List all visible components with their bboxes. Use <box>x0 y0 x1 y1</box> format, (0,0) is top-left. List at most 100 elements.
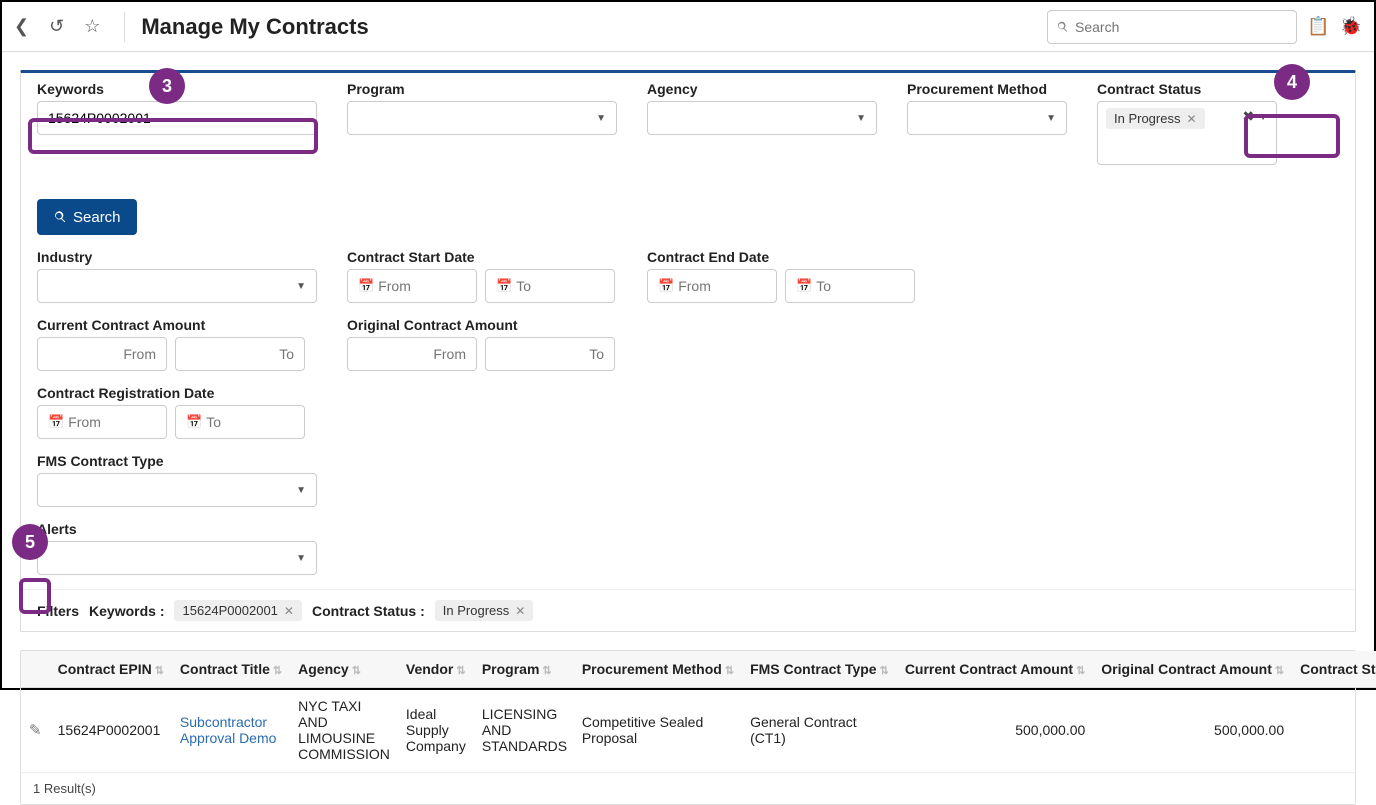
fms-type-select[interactable]: ▼ <box>37 473 317 507</box>
alerts-select[interactable]: ▼ <box>37 541 317 575</box>
cell-title: Subcontractor Approval Demo <box>172 688 290 773</box>
sort-icon: ⇅ <box>352 665 361 677</box>
nav-icons: ❮ ↺ ☆ <box>14 16 100 37</box>
results-table: Contract EPIN⇅ Contract Title⇅ Agency⇅ V… <box>21 651 1376 772</box>
annotation-badge-4: 4 <box>1274 64 1310 100</box>
current-amount-to[interactable] <box>175 337 305 371</box>
alerts-label: Alerts <box>37 521 317 537</box>
contract-end-date-label: Contract End Date <box>647 249 917 265</box>
col-vendor[interactable]: Vendor⇅ <box>398 651 474 688</box>
cell-orig-amt: 500,000.00 <box>1093 688 1292 773</box>
cell-vendor: Ideal Supply Company <box>398 688 474 773</box>
contract-start-from[interactable]: 📅 <box>347 269 477 303</box>
chevron-down-icon: ▼ <box>296 485 306 496</box>
col-epin[interactable]: Contract EPIN⇅ <box>50 651 172 688</box>
col-start[interactable]: Contract Start Date⇅ <box>1292 651 1376 688</box>
reg-date-from[interactable]: 📅 <box>37 405 167 439</box>
search-button-label: Search <box>73 209 121 226</box>
contract-end-from[interactable]: 📅 <box>647 269 777 303</box>
history-icon[interactable]: ↺ <box>49 16 64 37</box>
keywords-input[interactable] <box>48 110 306 126</box>
status-chip: In Progress ✕ <box>1106 108 1205 129</box>
contract-status-label: Contract Status <box>1097 81 1287 97</box>
col-title[interactable]: Contract Title⇅ <box>172 651 290 688</box>
cell-program: LICENSING AND STANDARDS <box>474 688 574 773</box>
col-curr-amt[interactable]: Current Contract Amount⇅ <box>897 651 1093 688</box>
col-agency[interactable]: Agency⇅ <box>290 651 398 688</box>
star-icon[interactable]: ☆ <box>84 16 100 37</box>
sort-icon: ⇅ <box>725 665 734 677</box>
calendar-icon: 📅 <box>48 414 64 430</box>
procurement-method-label: Procurement Method <box>907 81 1067 97</box>
close-icon[interactable]: ✕ <box>1186 112 1196 126</box>
divider <box>124 12 125 42</box>
sort-icon: ⇅ <box>880 665 889 677</box>
original-amount-from[interactable] <box>347 337 477 371</box>
bug-icon[interactable]: 🐞 <box>1340 16 1362 37</box>
result-count: 1 Result(s) <box>21 772 1355 804</box>
page-title: Manage My Contracts <box>141 14 368 40</box>
agency-select[interactable]: ▼ <box>647 101 877 135</box>
global-search-input[interactable] <box>1075 19 1288 35</box>
cell-start: 6/1/2024 <box>1292 688 1376 773</box>
top-bar: ❮ ↺ ☆ Manage My Contracts 📋 🐞 <box>2 2 1374 52</box>
contract-start-date-label: Contract Start Date <box>347 249 617 265</box>
sort-icon: ⇅ <box>456 665 465 677</box>
applied-keywords-label: Keywords : <box>89 603 164 619</box>
calendar-icon: 📅 <box>496 278 512 294</box>
close-icon[interactable]: ✕ <box>284 604 294 618</box>
close-icon[interactable]: ✕ <box>515 604 525 618</box>
program-label: Program <box>347 81 617 97</box>
global-search-wrap[interactable] <box>1047 10 1297 44</box>
original-amount-to[interactable] <box>485 337 615 371</box>
reg-date-to[interactable]: 📅 <box>175 405 305 439</box>
contract-status-select[interactable]: In Progress ✕ ✖ ▼ <box>1097 101 1277 165</box>
current-amount-label: Current Contract Amount <box>37 317 317 333</box>
calendar-icon: 📅 <box>358 278 374 294</box>
col-proc[interactable]: Procurement Method⇅ <box>574 651 742 688</box>
original-amount-label: Original Contract Amount <box>347 317 627 333</box>
pencil-icon[interactable]: ✎ <box>29 722 42 739</box>
col-program[interactable]: Program⇅ <box>474 651 574 688</box>
search-icon <box>1056 20 1069 34</box>
cell-proc: Competitive Sealed Proposal <box>574 688 742 773</box>
agency-label: Agency <box>647 81 877 97</box>
contract-end-to[interactable]: 📅 <box>785 269 915 303</box>
chevron-down-icon: ▼ <box>856 113 866 124</box>
search-button[interactable]: Search <box>37 199 137 235</box>
table-row: ✎ 15624P0002001 Subcontractor Approval D… <box>21 688 1376 773</box>
program-select[interactable]: ▼ <box>347 101 617 135</box>
col-fms[interactable]: FMS Contract Type⇅ <box>742 651 897 688</box>
chevron-down-icon[interactable]: ▼ <box>1258 112 1268 125</box>
cell-agency: NYC TAXI AND LIMOUSINE COMMISSION <box>290 688 398 773</box>
clipboard-icon[interactable]: 📋 <box>1307 16 1329 37</box>
col-edit <box>21 651 50 688</box>
cell-curr-amt: 500,000.00 <box>897 688 1093 773</box>
filter-panel: Keywords Program ▼ Agency ▼ Procurement … <box>20 70 1356 632</box>
cell-epin: 15624P0002001 <box>50 688 172 773</box>
sort-icon: ⇅ <box>542 665 551 677</box>
filters-label: Filters <box>37 603 79 619</box>
status-chip-text: In Progress <box>1114 111 1180 126</box>
chevron-down-icon: ▼ <box>1046 113 1056 124</box>
sort-icon: ⇅ <box>155 665 164 677</box>
chevron-down-icon: ▼ <box>296 281 306 292</box>
current-amount-from[interactable] <box>37 337 167 371</box>
fms-type-label: FMS Contract Type <box>37 453 317 469</box>
keywords-input-wrap[interactable] <box>37 101 317 135</box>
contract-title-link[interactable]: Subcontractor Approval Demo <box>180 714 277 746</box>
calendar-icon: 📅 <box>186 414 202 430</box>
reg-date-label: Contract Registration Date <box>37 385 317 401</box>
clear-icon[interactable]: ✖ <box>1242 108 1254 125</box>
cell-fms: General Contract (CT1) <box>742 688 897 773</box>
results-table-wrap: Contract EPIN⇅ Contract Title⇅ Agency⇅ V… <box>20 650 1356 805</box>
contract-start-to[interactable]: 📅 <box>485 269 615 303</box>
industry-select[interactable]: ▼ <box>37 269 317 303</box>
chevron-down-icon: ▼ <box>596 113 606 124</box>
sort-icon: ⇅ <box>1076 665 1085 677</box>
back-icon[interactable]: ❮ <box>14 16 29 37</box>
procurement-method-select[interactable]: ▼ <box>907 101 1067 135</box>
col-orig-amt[interactable]: Original Contract Amount⇅ <box>1093 651 1292 688</box>
chevron-down-icon: ▼ <box>296 553 306 564</box>
table-header-row: Contract EPIN⇅ Contract Title⇅ Agency⇅ V… <box>21 651 1376 688</box>
